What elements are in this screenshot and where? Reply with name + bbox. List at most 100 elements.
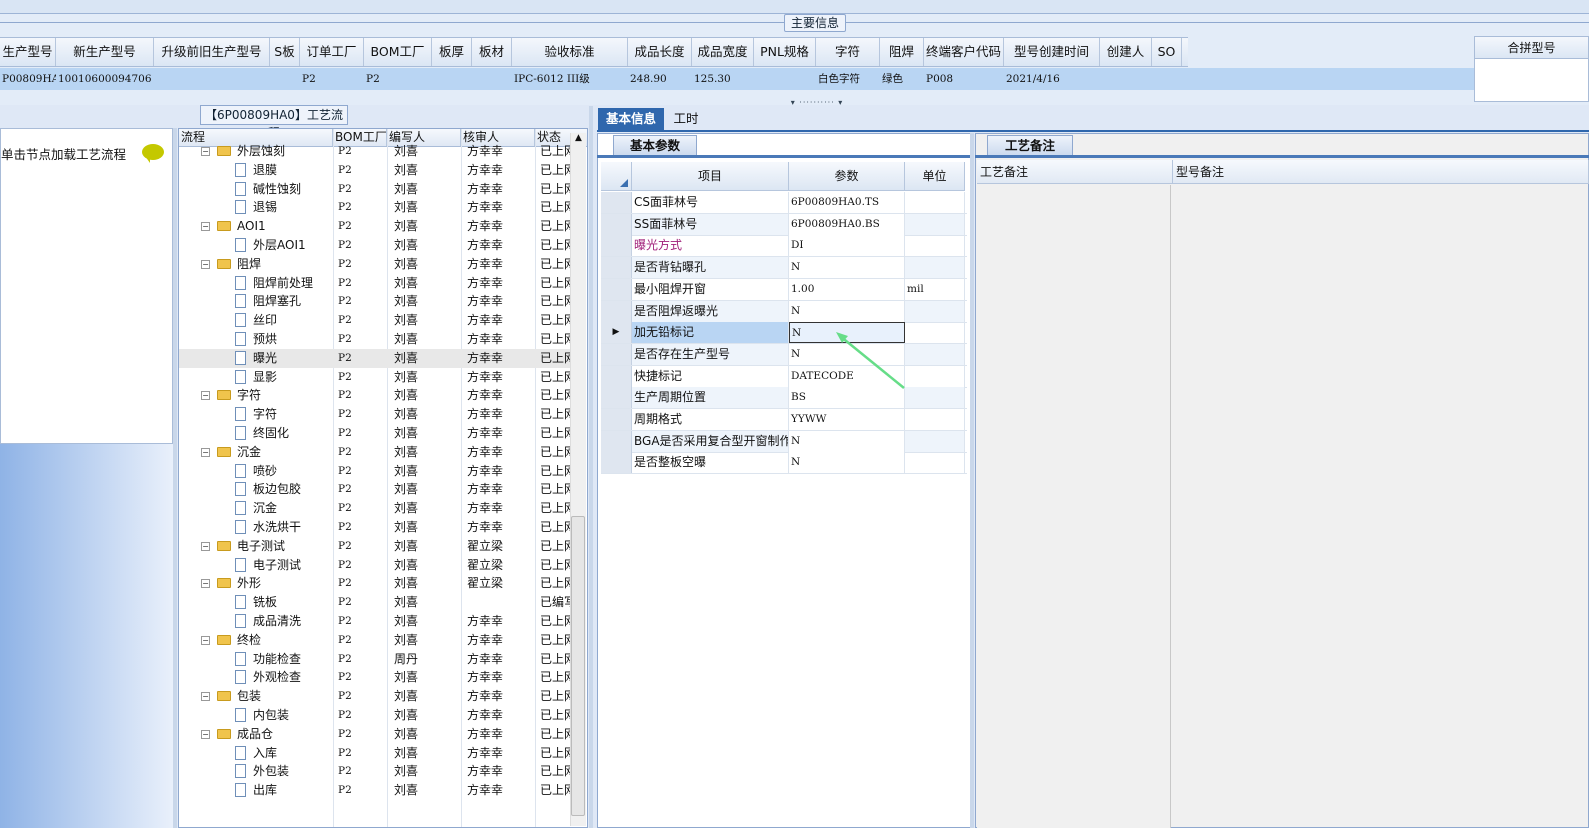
tree-node[interactable]: 出库	[179, 781, 333, 800]
param-value[interactable]: YYWW	[789, 409, 905, 430]
tree-row[interactable]: 退膜 P2 刘喜 方幸幸 已上网	[179, 161, 571, 180]
tree-row[interactable]: 内包装 P2 刘喜 方幸幸 已上网	[179, 706, 571, 725]
tree-row[interactable]: 退锡 P2 刘喜 方幸幸 已上网	[179, 198, 571, 217]
param-row[interactable]: 最小阻焊开窗 1.00 mil	[601, 278, 967, 301]
tree-node[interactable]: 沉金	[179, 499, 333, 518]
tree-node[interactable]: 字符	[179, 405, 333, 424]
main-col-header[interactable]: 型号创建时间	[1004, 38, 1100, 66]
main-cell[interactable]	[154, 68, 270, 90]
row-header[interactable]	[601, 365, 632, 387]
collapse-icon[interactable]: −	[201, 259, 210, 269]
tree-row[interactable]: 终固化 P2 刘喜 方幸幸 已上网	[179, 424, 571, 443]
main-cell[interactable]: 绿色	[880, 68, 924, 90]
tree-node[interactable]: 丝印	[179, 311, 333, 330]
collapse-icon[interactable]: −	[201, 391, 210, 401]
main-cell[interactable]	[754, 68, 816, 90]
main-col-header[interactable]: 新生产型号	[56, 38, 154, 66]
tree-row[interactable]: 外观检查 P2 刘喜 方幸幸 已上网	[179, 668, 571, 687]
tree-row[interactable]: − AOI1 P2 刘喜 方幸幸 已上网	[179, 217, 571, 236]
param-row[interactable]: 曝光方式 DI	[601, 235, 967, 258]
tree-node[interactable]: 显影	[179, 368, 333, 387]
notes-col-model[interactable]: 型号备注	[1173, 160, 1589, 183]
param-value[interactable]: 6P00809HA0.TS	[789, 192, 905, 213]
row-header[interactable]	[601, 192, 632, 213]
row-header[interactable]	[601, 300, 632, 322]
collapse-icon[interactable]: −	[201, 541, 210, 551]
middle-splitter[interactable]	[589, 106, 593, 828]
main-cell[interactable]	[472, 68, 512, 90]
tree-node[interactable]: 成品清洗	[179, 612, 333, 631]
tree-node[interactable]: 水洗烘干	[179, 518, 333, 537]
tree-node[interactable]: 入库	[179, 744, 333, 763]
tree-node[interactable]: 电子测试	[179, 556, 333, 575]
process-notes-textarea[interactable]	[977, 185, 1171, 828]
main-cell[interactable]: P008	[924, 68, 1004, 90]
collapse-icon[interactable]: −	[201, 147, 210, 156]
row-header[interactable]	[601, 257, 632, 279]
row-header[interactable]	[601, 213, 632, 235]
tree-node[interactable]: 阻焊前处理	[179, 274, 333, 293]
row-header[interactable]	[601, 235, 632, 257]
right-splitter[interactable]	[970, 133, 974, 828]
tree-node[interactable]: 喷砂	[179, 462, 333, 481]
tree-row[interactable]: − 沉金 P2 刘喜 方幸幸 已上网	[179, 443, 571, 462]
tree-node[interactable]: 功能检查	[179, 650, 333, 669]
tree-node[interactable]: 外层AOI1	[179, 236, 333, 255]
row-header[interactable]	[601, 343, 632, 365]
tree-row[interactable]: − 包装 P2 刘喜 方幸幸 已上网	[179, 687, 571, 706]
tree-row[interactable]: 沉金 P2 刘喜 方幸幸 已上网	[179, 499, 571, 518]
param-row[interactable]: CS面菲林号 6P00809HA0.TS	[601, 192, 967, 214]
tree-row[interactable]: 水洗烘干 P2 刘喜 方幸幸 已上网	[179, 518, 571, 537]
main-col-header[interactable]: 订单工厂	[300, 38, 364, 66]
tree-node[interactable]: 终固化	[179, 424, 333, 443]
tree-row[interactable]: 丝印 P2 刘喜 方幸幸 已上网	[179, 311, 571, 330]
collapse-icon[interactable]: −	[201, 729, 210, 739]
tree-node[interactable]: 碱性蚀刻	[179, 180, 333, 199]
main-info-row[interactable]: P00809HA010010600094706 P2P2 IPC-6012 III级…	[0, 68, 1474, 90]
main-col-header[interactable]: 成品宽度	[692, 38, 754, 66]
main-cell[interactable]: P2	[300, 68, 364, 90]
main-cell[interactable]	[432, 68, 472, 90]
row-header[interactable]	[601, 278, 632, 300]
splitter-grip[interactable]: ▾ ·········· ▾	[788, 99, 846, 107]
main-cell[interactable]: 248.90	[628, 68, 692, 90]
main-col-header[interactable]: SO	[1152, 38, 1182, 66]
param-value[interactable]: N	[789, 300, 905, 322]
tab-basic-info[interactable]: 基本信息	[598, 108, 664, 131]
row-header[interactable]	[601, 430, 632, 452]
tree-row[interactable]: 板边包胶 P2 刘喜 方幸幸 已上网	[179, 480, 571, 499]
main-col-header[interactable]: 阻焊	[880, 38, 924, 66]
tree-row[interactable]: 外包装 P2 刘喜 方幸幸 已上网	[179, 762, 571, 781]
tree-row[interactable]: 喷砂 P2 刘喜 方幸幸 已上网	[179, 462, 571, 481]
tree-row[interactable]: 预烘 P2 刘喜 方幸幸 已上网	[179, 330, 571, 349]
grid-header-item[interactable]: 项目	[632, 162, 789, 191]
left-splitter[interactable]	[173, 128, 177, 828]
param-value[interactable]: 6P00809HA0.BS	[789, 213, 905, 235]
tree-row[interactable]: − 外形 P2 刘喜 翟立梁 已上网	[179, 574, 571, 593]
main-col-header[interactable]: BOM工厂	[364, 38, 432, 66]
tree-node[interactable]: − AOI1	[179, 217, 333, 236]
tree-node[interactable]: 外包装	[179, 762, 333, 781]
tree-row[interactable]: 显影 P2 刘喜 方幸幸 已上网	[179, 368, 571, 387]
tree-scroll-thumb[interactable]	[571, 516, 585, 816]
tree-row[interactable]: 曝光 P2 刘喜 方幸幸 已上网	[179, 348, 571, 368]
tree-row[interactable]: − 电子测试 P2 刘喜 翟立梁 已上网	[179, 537, 571, 556]
tree-row[interactable]: − 外层蚀刻 P2 刘喜 方幸幸 已上网	[179, 142, 571, 161]
row-header[interactable]	[601, 387, 632, 409]
row-header[interactable]	[601, 409, 632, 430]
tab-process-notes[interactable]: 工艺备注	[987, 135, 1073, 156]
tree-node[interactable]: 退膜	[179, 161, 333, 180]
main-col-header[interactable]: S板	[270, 38, 300, 66]
param-row[interactable]: 周期格式 YYWW	[601, 409, 967, 431]
tree-row[interactable]: − 终检 P2 刘喜 方幸幸 已上网	[179, 631, 571, 650]
param-row[interactable]: 是否阻焊返曝光 N	[601, 300, 967, 323]
param-row[interactable]: 是否整板空曝 N	[601, 452, 967, 475]
tree-row[interactable]: − 字符 P2 刘喜 方幸幸 已上网	[179, 386, 571, 405]
tree-node[interactable]: 阻焊塞孔	[179, 292, 333, 311]
tree-node[interactable]: − 字符	[179, 386, 333, 405]
main-col-header[interactable]: 终端客户代码	[924, 38, 1004, 66]
tree-row[interactable]: 成品清洗 P2 刘喜 方幸幸 已上网	[179, 612, 571, 631]
tree-node[interactable]: 铣板	[179, 593, 333, 612]
tree-node[interactable]: − 外层蚀刻	[179, 142, 333, 161]
main-cell[interactable]	[1152, 68, 1182, 90]
